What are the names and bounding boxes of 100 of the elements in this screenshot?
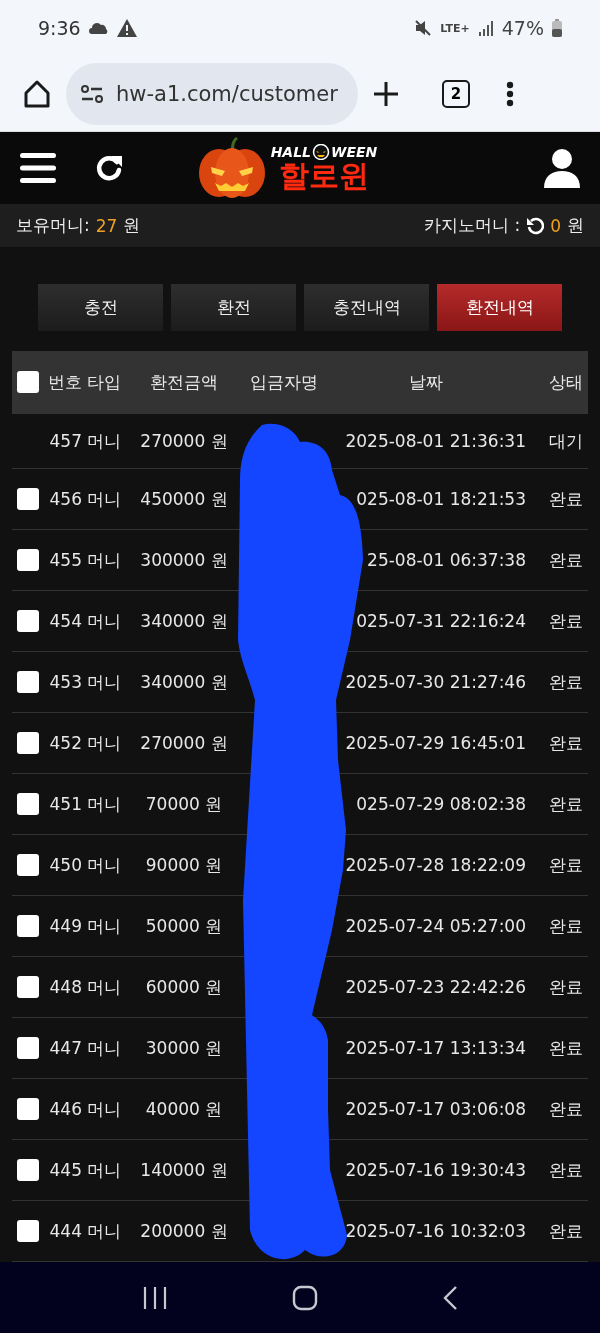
table-cell-text: 2025-07-23 22:42:26 (344, 977, 527, 998)
table-cell-text: 머니 (86, 1097, 122, 1121)
menu-icon[interactable] (20, 152, 56, 183)
column-header: 환전금액 (149, 370, 219, 394)
table-cell-text: 완료 (548, 792, 584, 816)
table-cell-text: 2025-08-01 21:36:31 (344, 431, 527, 452)
row-checkbox[interactable] (17, 976, 39, 999)
row-checkbox[interactable] (17, 549, 39, 572)
row-checkbox[interactable] (17, 732, 39, 755)
table-cell-text: 머니 (86, 487, 122, 511)
table-cell-text: 2025-07-29 16:45:01 (344, 733, 527, 754)
recent-apps-icon[interactable] (142, 1285, 168, 1310)
table-cell-text: 456 (48, 489, 82, 510)
row-checkbox[interactable] (17, 915, 39, 938)
row-checkbox[interactable] (17, 1037, 39, 1060)
table-cell-text: 머니 (86, 670, 122, 694)
pumpkin-icon (312, 144, 331, 161)
home-icon[interactable] (22, 78, 52, 109)
table-cell-text: 2025-07-30 21:27:46 (344, 672, 527, 693)
site-settings-icon[interactable] (80, 82, 104, 105)
table-cell-text: 300000 원 (139, 548, 229, 572)
table-cell-text: 70000 원 (144, 792, 224, 816)
table-cell-text: 450000 원 (139, 487, 229, 511)
cloud-icon (88, 22, 109, 35)
back-icon[interactable] (442, 1284, 458, 1311)
table-cell-text: 200000 원 (139, 1219, 229, 1243)
table-cell-text: 340000 원 (139, 670, 229, 694)
network-type: LTE+ (440, 21, 470, 35)
table-cell-text: 2025-07-24 05:27:00 (344, 916, 527, 937)
table-cell-text: 완료 (548, 914, 584, 938)
table-cell-text: 완료 (548, 1219, 584, 1243)
table-cell-text: 2025-07-28 18:22:09 (344, 855, 527, 876)
address-bar[interactable]: hw-a1.com/customer (66, 62, 358, 125)
new-tab-icon[interactable] (372, 79, 400, 108)
table-cell-text: 머니 (86, 1219, 122, 1243)
table-cell-text: 완료 (548, 1097, 584, 1121)
table-cell-text: 완료 (548, 609, 584, 633)
table-cell-text: 340000 원 (139, 609, 229, 633)
table-cell-text: 40000 원 (144, 1097, 224, 1121)
select-all-checkbox[interactable] (17, 371, 39, 394)
tab-count-button[interactable]: 2 (442, 79, 470, 108)
table-cell-text: 453 (48, 672, 82, 693)
currency-unit: 원 (567, 214, 584, 238)
table-cell-text: 완료 (548, 731, 584, 755)
table-cell-text: 451 (48, 794, 82, 815)
casino-balance-label: 카지노머니 : (424, 214, 521, 238)
casino-balance-amount: 0 (550, 215, 561, 236)
table-cell-text: 60000 원 (144, 975, 224, 999)
home-icon[interactable] (292, 1284, 318, 1311)
table-cell-text: 완료 (548, 487, 584, 511)
table-cell-text: 450 (48, 855, 82, 876)
row-checkbox[interactable] (17, 610, 39, 633)
balance-label: 보유머니: (16, 214, 90, 238)
table-cell-text: 완료 (548, 670, 584, 694)
table-cell-text: 머니 (86, 792, 122, 816)
row-checkbox[interactable] (17, 488, 39, 511)
url-text: hw-a1.com/customer (116, 81, 338, 106)
table-cell-text: 머니 (86, 914, 122, 938)
battery-icon (552, 19, 562, 38)
table-cell-text: 머니 (86, 548, 122, 572)
logo-title: 할로윈 (279, 160, 369, 192)
user-icon[interactable] (544, 147, 580, 188)
table-cell-text: 2025-07-16 19:30:43 (344, 1160, 527, 1181)
table-cell-text: 446 (48, 1099, 82, 1120)
table-cell-text: 대기 (548, 429, 584, 453)
row-checkbox[interactable] (17, 1098, 39, 1121)
column-header: 타입 (86, 370, 122, 394)
row-checkbox[interactable] (17, 1220, 39, 1243)
column-header: 입금자명 (249, 370, 319, 394)
table-cell-text: 449 (48, 916, 82, 937)
table-cell-text: 90000 원 (144, 853, 224, 877)
table-cell-text: 452 (48, 733, 82, 754)
column-header: 번호 (47, 370, 82, 394)
table-cell-text: 머니 (86, 429, 122, 453)
mute-icon (414, 19, 433, 38)
tab[interactable]: 충전내역 (304, 284, 429, 332)
table-cell-text: 2025-07-17 03:06:08 (344, 1099, 527, 1120)
row-checkbox[interactable] (17, 793, 39, 816)
warning-icon (116, 19, 137, 38)
table-cell-text: 448 (48, 977, 82, 998)
table-cell-text: 머니 (86, 1036, 122, 1060)
more-menu-icon[interactable] (506, 80, 514, 107)
tab[interactable]: 충전 (38, 284, 163, 332)
column-header: 날짜 (408, 370, 444, 394)
table-cell-text: 완료 (548, 548, 584, 572)
table-cell-text: 머니 (86, 975, 122, 999)
refresh-icon[interactable] (526, 216, 545, 235)
table-cell-text: 454 (48, 611, 82, 632)
table-cell-text: 25-08-01 06:37:38 (366, 550, 527, 571)
tab[interactable]: 환전 (171, 284, 296, 332)
tab[interactable]: 환전내역 (437, 284, 562, 332)
table-cell-text: 445 (48, 1160, 82, 1181)
table-cell-text: 50000 원 (144, 914, 224, 938)
table-cell-text: 025-08-01 18:21:53 (355, 489, 527, 510)
table-cell-text: 270000 원 (139, 731, 229, 755)
table-cell-text: 완료 (548, 975, 584, 999)
row-checkbox[interactable] (17, 671, 39, 694)
row-checkbox[interactable] (17, 854, 39, 877)
table-cell-text: 457 (48, 431, 82, 452)
row-checkbox[interactable] (17, 1159, 39, 1182)
